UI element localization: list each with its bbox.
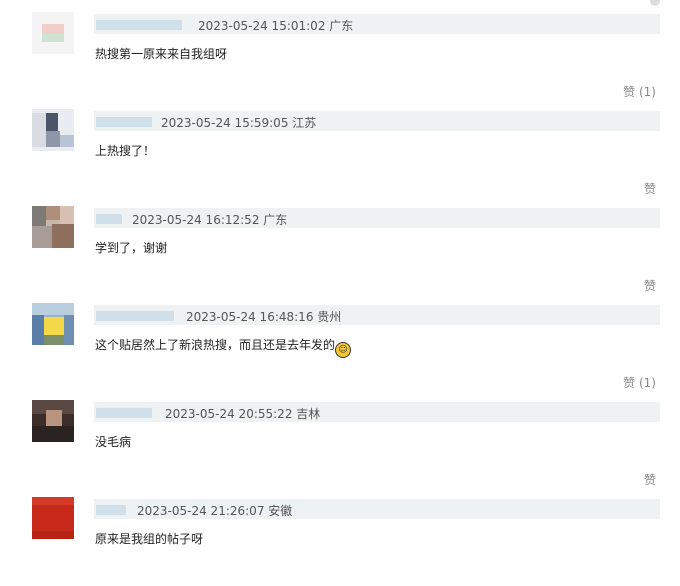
comment-text: 没毛病 bbox=[95, 435, 132, 449]
like-button[interactable]: 赞 (1) bbox=[623, 374, 656, 391]
avatar[interactable] bbox=[32, 400, 74, 442]
comment-timestamp-location: 2023-05-24 20:55:22 吉林 bbox=[165, 407, 321, 421]
comment-meta-bar: 2023-05-24 21:26:07 安徽 bbox=[94, 499, 660, 519]
comment-meta-bar: 2023-05-24 16:48:16 贵州 bbox=[94, 305, 660, 325]
comment-text: 热搜第一原来来自我组呀 bbox=[95, 47, 228, 61]
username-blurred[interactable] bbox=[96, 311, 174, 321]
avatar[interactable] bbox=[32, 12, 74, 54]
comment-timestamp-location: 2023-05-24 15:59:05 江苏 bbox=[161, 116, 317, 130]
comment-meta-bar: 2023-05-24 15:01:02 广东 bbox=[94, 14, 660, 34]
comment-item: 2023-05-24 16:12:52 广东 学到了，谢谢 赞 bbox=[0, 198, 680, 295]
like-button[interactable]: 赞 bbox=[644, 471, 656, 488]
username-blurred[interactable] bbox=[96, 117, 152, 127]
comment-item: 2023-05-24 16:48:16 贵州 这个贴居然上了新浪热搜，而且还是去… bbox=[0, 295, 680, 392]
avatar[interactable] bbox=[32, 303, 74, 345]
avatar[interactable] bbox=[32, 497, 74, 539]
username-blurred[interactable] bbox=[96, 505, 126, 515]
comment-timestamp-location: 2023-05-24 15:01:02 广东 bbox=[198, 19, 354, 33]
like-button[interactable]: 赞 (1) bbox=[623, 83, 656, 100]
comment-item: 2023-05-24 20:55:22 吉林 没毛病 赞 bbox=[0, 392, 680, 489]
comment-item: 2023-05-24 15:59:05 江苏 上热搜了！ 赞 bbox=[0, 101, 680, 198]
comment-timestamp-location: 2023-05-24 21:26:07 安徽 bbox=[137, 504, 293, 518]
comment-timestamp-location: 2023-05-24 16:48:16 贵州 bbox=[186, 310, 342, 324]
avatar[interactable] bbox=[32, 206, 74, 248]
comment-meta-bar: 2023-05-24 16:12:52 广东 bbox=[94, 208, 660, 228]
username-blurred[interactable] bbox=[96, 408, 152, 418]
comment-item: 2023-05-24 21:26:07 安徽 原来是我组的帖子呀 bbox=[0, 489, 680, 586]
comment-meta-bar: 2023-05-24 15:59:05 江苏 bbox=[94, 111, 660, 131]
username-blurred[interactable] bbox=[96, 20, 182, 30]
comment-meta-bar: 2023-05-24 20:55:22 吉林 bbox=[94, 402, 660, 422]
avatar[interactable] bbox=[32, 109, 74, 151]
like-button[interactable]: 赞 bbox=[644, 180, 656, 197]
comment-timestamp-location: 2023-05-24 16:12:52 广东 bbox=[132, 213, 288, 227]
comment-text: 学到了，谢谢 bbox=[95, 241, 168, 255]
comment-item: 2023-05-24 15:01:02 广东 热搜第一原来来自我组呀 赞 (1) bbox=[0, 4, 680, 101]
like-button[interactable]: 赞 bbox=[644, 277, 656, 294]
comment-text-row: 这个贴居然上了新浪热搜，而且还是去年发的 ☺ bbox=[95, 336, 352, 358]
smiling-face-icon: ☺ bbox=[335, 342, 352, 358]
comment-text: 原来是我组的帖子呀 bbox=[95, 532, 204, 546]
comment-text: 上热搜了！ bbox=[95, 144, 156, 158]
comment-text: 这个贴居然上了新浪热搜，而且还是去年发的 bbox=[95, 338, 336, 352]
username-blurred[interactable] bbox=[96, 214, 122, 224]
